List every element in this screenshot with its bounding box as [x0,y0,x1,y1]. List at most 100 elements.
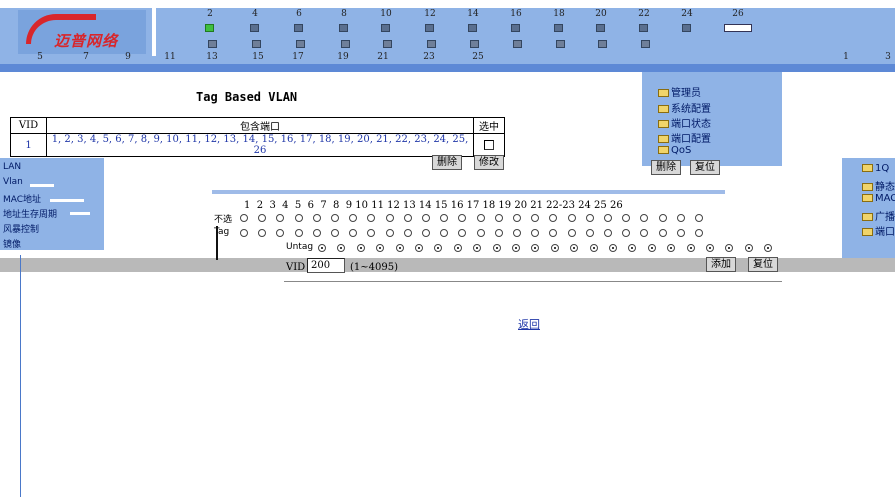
menu-item-port-config[interactable]: 端口配置 [658,130,711,145]
port-radio[interactable] [349,214,358,222]
reset-button[interactable]: 复位 [748,257,778,272]
port-radio[interactable] [395,244,404,252]
port-icon[interactable] [468,24,477,32]
port-radio[interactable] [549,229,558,237]
port-radio[interactable] [492,244,501,252]
port-radio[interactable] [294,229,303,237]
port-icon[interactable] [250,24,259,32]
port-icon[interactable] [383,40,392,48]
edge-item[interactable]: 静态 [862,178,895,193]
port-radio[interactable] [476,229,485,237]
edge-item[interactable]: 1Q [862,163,889,174]
port-radio[interactable] [764,244,773,252]
port-radio[interactable] [658,214,667,222]
port-radio[interactable] [609,244,617,252]
port-icon[interactable] [598,40,607,48]
port-radio[interactable] [647,244,656,252]
port-radio[interactable] [422,214,430,222]
port-radio[interactable] [240,229,248,237]
port-radio[interactable] [676,229,685,237]
menu-item-address-aging[interactable]: 地址生存周期 [3,207,57,220]
port-radio[interactable] [494,214,503,222]
port-radio[interactable] [440,229,449,237]
port-radio[interactable] [312,214,321,222]
port-radio[interactable] [676,214,685,222]
port-radio[interactable] [589,244,598,252]
port-icon[interactable] [294,24,303,32]
port-radio[interactable] [403,214,412,222]
port-radio[interactable] [385,214,394,222]
port-radio[interactable] [585,229,594,237]
port-radio[interactable] [725,244,734,252]
menu-item-mirror[interactable]: 镜像 [3,237,21,250]
port-radio[interactable] [640,214,649,222]
port-radio[interactable] [337,244,346,252]
port-icon[interactable] [381,24,390,32]
port-radio[interactable] [549,214,558,222]
modify-button[interactable]: 修改 [474,155,504,170]
menu-item-lan[interactable]: LAN [3,162,21,172]
port-radio[interactable] [744,244,753,252]
row-select-checkbox[interactable] [484,140,494,150]
port-radio[interactable] [473,244,482,252]
port-icon[interactable] [296,40,305,48]
menu-item-mac-address[interactable]: MAC地址 [3,192,41,205]
port-radio[interactable] [294,214,303,222]
port-radio[interactable] [367,214,376,222]
port-radio[interactable] [367,229,376,237]
port-radio[interactable] [531,244,540,252]
port-icon[interactable] [511,24,520,32]
port-radio[interactable] [415,244,423,252]
port-icon[interactable] [554,24,563,32]
port-radio[interactable] [550,244,559,252]
port-radio[interactable] [686,244,695,252]
port-radio[interactable] [570,244,579,252]
port-radio[interactable] [531,229,540,237]
port-radio[interactable] [622,229,631,237]
port-radio[interactable] [356,244,365,252]
port-icon[interactable] [641,40,650,48]
port-icon[interactable] [682,24,691,32]
port-radio[interactable] [434,244,443,252]
port-radio[interactable] [658,229,667,237]
port-icon[interactable] [208,40,217,48]
menu-item-system-config[interactable]: 系统配置 [658,100,711,115]
port-radio[interactable] [240,214,248,222]
menu-item-vlan[interactable]: Vlan [3,177,23,187]
port-icon[interactable] [341,40,350,48]
edge-item[interactable]: MAC [862,193,895,204]
port-radio[interactable] [276,214,285,222]
port-radio[interactable] [458,229,467,237]
return-link[interactable]: 返回 [518,316,540,332]
port-radio[interactable] [640,229,649,237]
port-radio[interactable] [258,214,267,222]
port-icon[interactable] [470,40,479,48]
port-link-up-icon[interactable] [205,24,214,32]
menu-item-admin[interactable]: 管理员 [658,84,701,99]
add-button[interactable]: 添加 [706,257,736,272]
port-radio[interactable] [628,244,637,252]
port-radio[interactable] [453,244,462,252]
port-icon[interactable] [513,40,522,48]
port-radio[interactable] [403,229,412,237]
panel-delete-button[interactable]: 删除 [651,160,681,175]
edge-item[interactable]: 端口 [862,223,895,238]
port-radio[interactable] [276,229,285,237]
port-icon[interactable] [427,40,436,48]
port-radio[interactable] [349,229,358,237]
port-radio[interactable] [567,214,576,222]
menu-item-qos[interactable]: QoS [658,145,691,156]
port-radio[interactable] [695,229,703,237]
port-radio[interactable] [331,214,339,222]
port-radio[interactable] [258,229,267,237]
port-radio[interactable] [318,244,326,252]
port-radio[interactable] [604,229,612,237]
port-icon[interactable] [425,24,434,32]
port-radio[interactable] [312,229,321,237]
port-icon[interactable] [556,40,565,48]
port-icon[interactable] [339,24,348,32]
port-icon[interactable] [252,40,261,48]
port-radio[interactable] [476,214,485,222]
port-radio[interactable] [494,229,503,237]
port-icon[interactable] [596,24,605,32]
